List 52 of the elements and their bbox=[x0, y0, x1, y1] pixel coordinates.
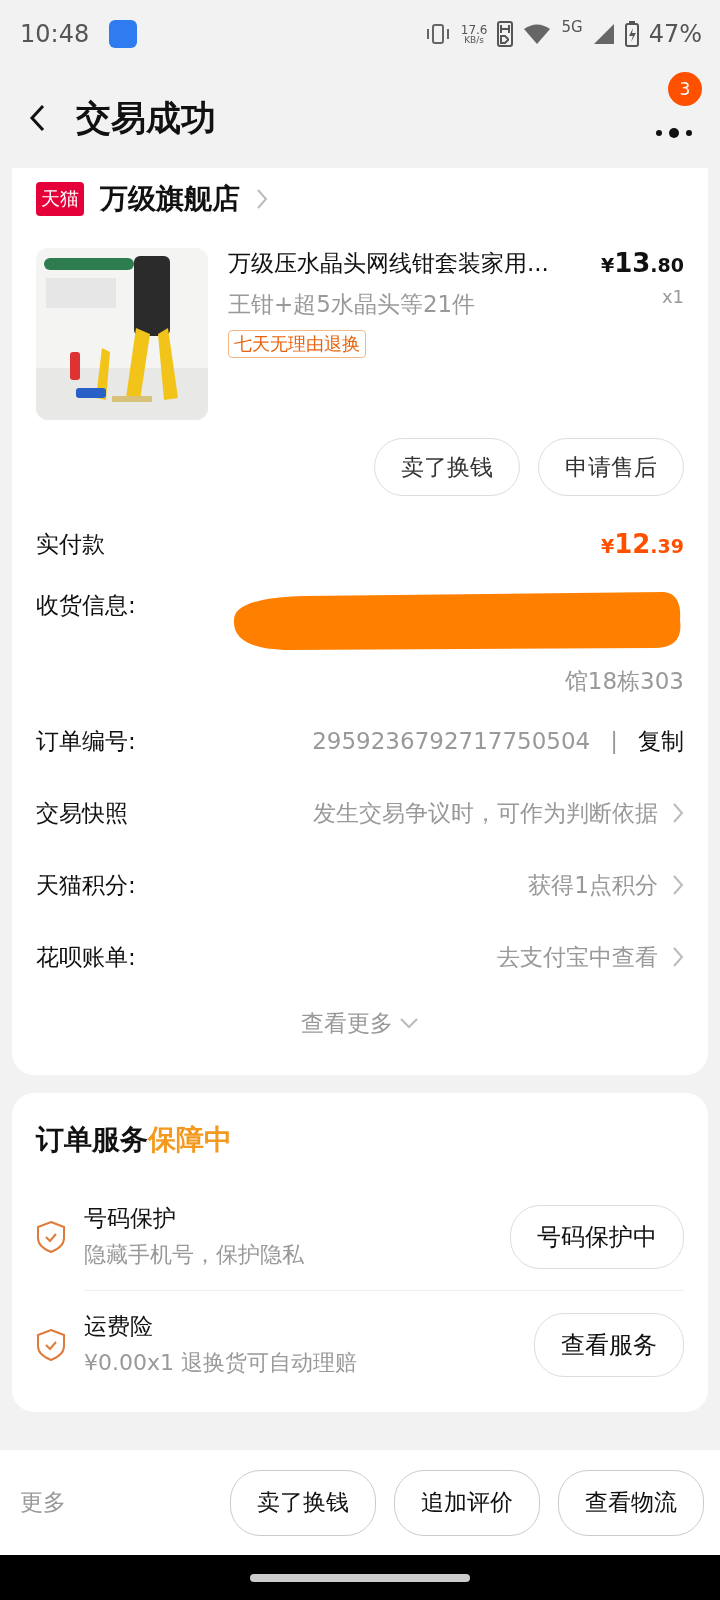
item-action-button[interactable]: 申请售后 bbox=[538, 438, 684, 496]
service-description: 隐藏手机号，保护隐私 bbox=[84, 1241, 305, 1269]
return-tag: 七天无理由退换 bbox=[228, 330, 366, 358]
quantity: x1 bbox=[661, 286, 684, 307]
row-label: 收货信息: bbox=[36, 591, 136, 620]
copy-link[interactable]: 复制 bbox=[638, 725, 684, 757]
row-label: 交易快照 bbox=[36, 798, 128, 828]
service-name: 号码保护 bbox=[84, 1204, 177, 1233]
signal-icon bbox=[592, 23, 615, 45]
chevron-right-icon bbox=[672, 802, 684, 824]
row-label: 订单编号: bbox=[36, 726, 136, 756]
store-name[interactable]: 万级旗舰店 bbox=[100, 180, 240, 218]
price: ¥13.80 bbox=[600, 248, 684, 278]
product-title[interactable]: 万级压水晶头网线钳套装家用... bbox=[228, 248, 581, 279]
more-icon[interactable] bbox=[654, 127, 694, 139]
back-icon[interactable] bbox=[28, 103, 46, 133]
notification-badge: 3 bbox=[668, 72, 702, 106]
service-name: 运费险 bbox=[84, 1312, 154, 1341]
chevron-right-icon bbox=[672, 946, 684, 968]
chevron-right-icon bbox=[256, 188, 268, 210]
row-label: 花呗账单: bbox=[36, 942, 136, 972]
hd-icon bbox=[497, 21, 514, 47]
shield-check-icon bbox=[36, 1219, 66, 1254]
action-button[interactable]: 追加评价 bbox=[394, 1469, 540, 1536]
row-label: 天猫积分: bbox=[36, 870, 136, 900]
service-button[interactable]: 查看服务 bbox=[534, 1312, 684, 1377]
shield-check-icon bbox=[36, 1327, 66, 1362]
home-handle[interactable] bbox=[250, 1573, 470, 1582]
price: ¥12.39 bbox=[600, 529, 684, 559]
store-badge: 天猫 bbox=[36, 182, 84, 216]
action-button[interactable]: 卖了换钱 bbox=[230, 1469, 376, 1536]
action-button[interactable]: 查看物流 bbox=[558, 1469, 704, 1536]
battery-icon bbox=[624, 21, 639, 47]
network-speed: 17.6 KB/s bbox=[460, 23, 488, 45]
item-action-button[interactable]: 卖了换钱 bbox=[374, 438, 520, 496]
clock: 10:48 bbox=[20, 20, 90, 48]
product-spec: 王钳+超5水晶头等21件 bbox=[228, 290, 477, 319]
vibrate-icon bbox=[424, 23, 451, 45]
chevron-right-icon bbox=[672, 874, 684, 896]
network-type: 5G bbox=[561, 18, 583, 36]
row-label: 实付款 bbox=[36, 529, 105, 559]
chevron-down-icon bbox=[399, 1017, 419, 1029]
address-text: 馆18栋303 bbox=[564, 667, 684, 696]
separator: | bbox=[610, 728, 618, 754]
order-number: 2959236792717750504 bbox=[312, 728, 591, 754]
app-notification-icon bbox=[109, 20, 138, 48]
battery-level: 47% bbox=[648, 20, 702, 48]
wifi-icon bbox=[523, 23, 552, 45]
service-description: ¥0.00x1 退换货可自动理赔 bbox=[84, 1349, 358, 1377]
section-title: 订单服务保障中 bbox=[36, 1122, 233, 1158]
service-button[interactable]: 号码保护中 bbox=[510, 1204, 684, 1269]
page-title: 交易成功 bbox=[76, 96, 216, 140]
